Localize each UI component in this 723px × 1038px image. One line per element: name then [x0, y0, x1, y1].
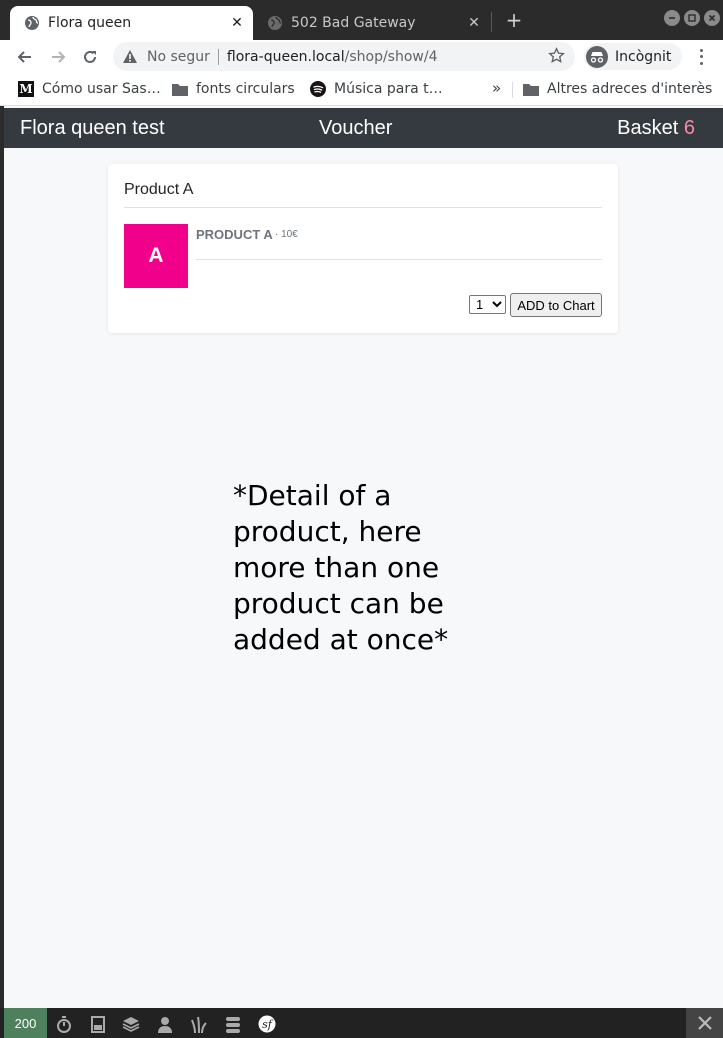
new-tab-button[interactable]: +	[502, 8, 526, 32]
bookmark-label: Cómo usar Sas…	[42, 81, 161, 97]
close-window-button[interactable]	[704, 10, 720, 26]
other-bookmarks-folder[interactable]: Altres adreces d'interès	[523, 79, 712, 99]
bookmark-label: Música para t…	[334, 81, 443, 97]
browser-tab-strip: Flora queen ✕ 502 Bad Gateway ✕ +	[0, 0, 723, 40]
bookmarks-bar: M Cómo usar Sas… fonts circulars Música …	[0, 73, 723, 106]
basket-count: 6	[683, 117, 695, 139]
browser-toolbar: No segur flora-queen.local/shop/show/4 I…	[0, 40, 723, 73]
tab-divider	[491, 12, 492, 32]
memory-icon[interactable]	[89, 1015, 107, 1033]
timer-icon[interactable]	[55, 1015, 73, 1033]
bookmark-label: fonts circulars	[196, 81, 295, 97]
tab-title: Flora queen	[48, 15, 132, 31]
minimize-window-button[interactable]	[664, 10, 680, 26]
quantity-select[interactable]: 1	[469, 295, 506, 314]
bookmark-label: Altres adreces d'interès	[547, 81, 713, 97]
card-divider	[124, 207, 602, 208]
symfony-icon[interactable]: sf	[258, 1015, 276, 1033]
back-button[interactable]	[12, 44, 38, 70]
database-icon[interactable]	[224, 1015, 242, 1033]
close-tab-icon[interactable]: ✕	[227, 15, 247, 31]
forward-button[interactable]	[45, 44, 71, 70]
basket-label: Basket	[617, 117, 679, 139]
spotify-icon	[310, 81, 326, 97]
brand-link[interactable]: Flora queen test	[20, 117, 165, 140]
product-thumbnail: A	[124, 224, 188, 288]
tab-flora-queen[interactable]: Flora queen ✕	[10, 6, 253, 40]
product-divider	[196, 259, 602, 260]
user-icon[interactable]	[156, 1015, 174, 1033]
browser-menu-icon[interactable]	[692, 47, 710, 67]
annotation-text: *Detail of a product, here more than one…	[233, 479, 449, 656]
omnibox-separator	[217, 48, 219, 65]
status-code-badge[interactable]: 200	[4, 1008, 47, 1038]
layers-icon[interactable]	[122, 1015, 140, 1033]
window-left-edge	[0, 106, 4, 1038]
warning-icon[interactable]	[123, 50, 141, 63]
add-to-cart-button[interactable]: ADD to Chart	[510, 293, 602, 317]
debug-toolbar: 200 sf	[0, 1008, 723, 1038]
globe-icon	[24, 15, 40, 31]
thumbnail-letter: A	[148, 244, 164, 267]
address-bar[interactable]: No segur flora-queen.local/shop/show/4	[113, 42, 575, 71]
bookmarks-separator	[512, 82, 513, 98]
bookmark-item[interactable]: M Cómo usar Sas…	[18, 79, 161, 99]
voucher-link[interactable]: Voucher	[319, 117, 392, 140]
product-name: PRODUCT A	[196, 227, 273, 242]
forward-arrow-icon	[52, 51, 66, 63]
url-path: /shop/show/4	[344, 48, 438, 65]
tab-502-bad-gateway[interactable]: 502 Bad Gateway ✕	[253, 6, 490, 40]
product-price: · 10€	[275, 229, 298, 240]
reload-icon	[84, 50, 96, 63]
twig-icon[interactable]	[190, 1015, 208, 1033]
reload-button[interactable]	[77, 44, 103, 70]
bookmark-star-icon[interactable]	[548, 47, 565, 68]
incognito-icon	[586, 45, 608, 68]
bookmarks-overflow-icon[interactable]: »	[492, 79, 501, 97]
folder-icon	[523, 81, 539, 97]
maximize-window-button[interactable]	[684, 10, 700, 26]
site-navbar: Flora queen test Voucher Basket 6	[4, 108, 723, 148]
back-arrow-icon	[17, 51, 31, 63]
product-card: Product A A PRODUCT A · 10€ 1 ADD to Cha…	[108, 164, 618, 333]
url-host: flora-queen.local	[226, 48, 345, 65]
folder-icon	[172, 81, 188, 97]
bookmark-folder[interactable]: fonts circulars	[172, 79, 295, 99]
bookmark-item[interactable]: Música para t…	[310, 79, 443, 99]
card-title: Product A	[124, 181, 194, 198]
security-label[interactable]: No segur	[147, 49, 210, 65]
profile-label: Incògnit	[615, 48, 672, 65]
close-debug-toolbar-icon[interactable]	[686, 1008, 723, 1038]
close-tab-icon[interactable]: ✕	[464, 15, 484, 31]
incognito-profile-button[interactable]: Incògnit	[584, 43, 682, 70]
globe-icon	[267, 15, 283, 31]
basket-link[interactable]: Basket 6	[617, 117, 695, 140]
tab-title: 502 Bad Gateway	[291, 15, 416, 31]
medium-icon: M	[18, 81, 34, 97]
